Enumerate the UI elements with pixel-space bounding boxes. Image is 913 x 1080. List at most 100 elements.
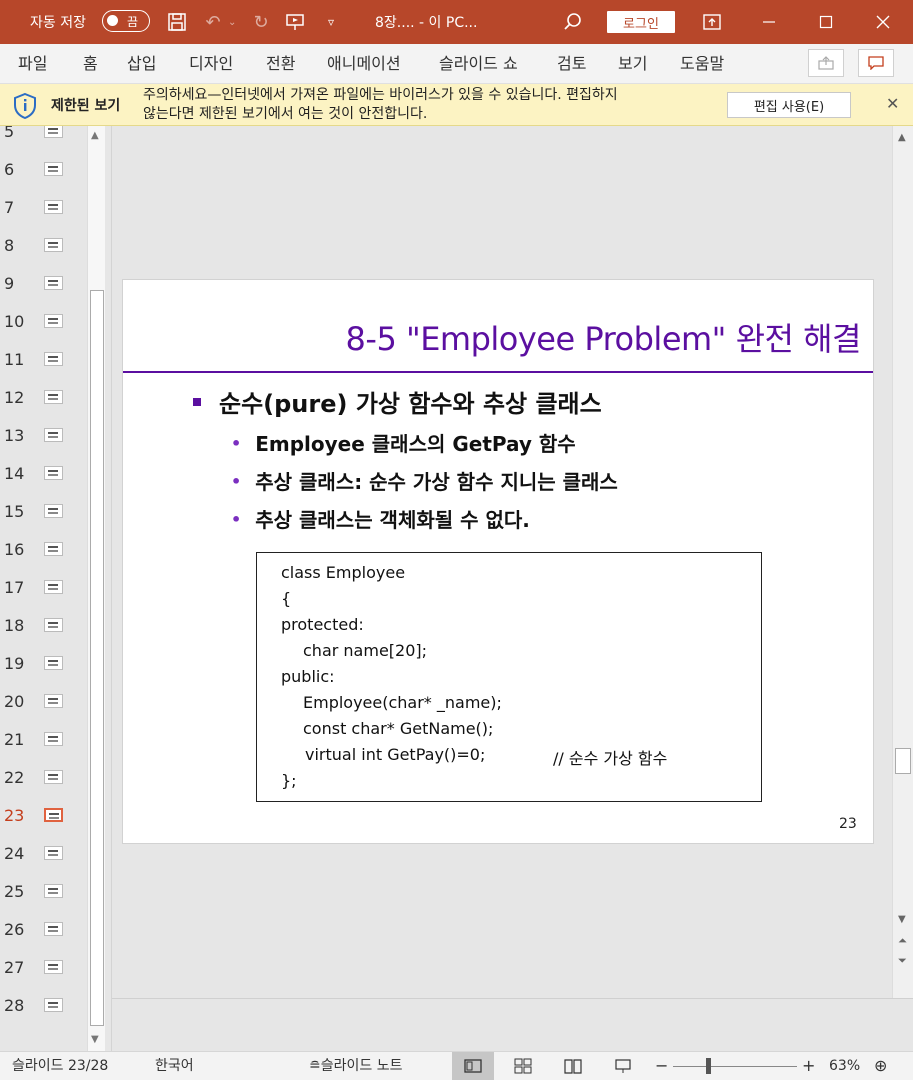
zoom-level[interactable]: 63%: [829, 1052, 860, 1080]
maximize-icon[interactable]: [813, 0, 839, 44]
slide-thumbnail-24[interactable]: 24: [0, 836, 86, 874]
thumbnail-preview[interactable]: [44, 428, 63, 442]
ribbon-display-icon[interactable]: [699, 0, 725, 44]
thumbnail-preview[interactable]: [44, 276, 63, 290]
thumbnail-preview[interactable]: [44, 126, 63, 138]
thumbnail-scrollbar[interactable]: ▲ ▼: [87, 126, 105, 1051]
slide-sorter-icon[interactable]: [502, 1052, 544, 1080]
scroll-up-icon[interactable]: ▲: [898, 132, 906, 143]
slide-thumbnail-28[interactable]: 28: [0, 988, 86, 1026]
close-icon[interactable]: [870, 0, 896, 44]
close-infobar-icon[interactable]: ✕: [886, 94, 899, 113]
slide-thumbnail-15[interactable]: 15: [0, 494, 86, 532]
tab-slideshow[interactable]: 슬라이드 쇼: [439, 44, 518, 84]
thumbnail-preview[interactable]: [44, 694, 63, 708]
sub-bullet-2[interactable]: • 추상 클래스: 순수 가상 함수 지니는 클래스: [231, 466, 618, 495]
thumbnail-preview[interactable]: [44, 770, 63, 784]
slide-thumbnail-27[interactable]: 27: [0, 950, 86, 988]
zoom-out-icon[interactable]: −: [655, 1052, 668, 1080]
thumbnail-preview[interactable]: [44, 846, 63, 860]
slide-canvas[interactable]: 8-5 "Employee Problem" 완전 해결 순수(pure) 가상…: [123, 280, 873, 843]
tab-transitions[interactable]: 전환: [266, 44, 295, 84]
thumbnail-preview[interactable]: [44, 656, 63, 670]
tab-insert[interactable]: 삽입: [127, 44, 156, 84]
tab-animations[interactable]: 애니메이션: [327, 44, 401, 84]
code-box[interactable]: class Employee { protected: char name[20…: [256, 552, 762, 802]
comments-icon[interactable]: [858, 49, 894, 77]
tab-file[interactable]: 파일: [18, 44, 47, 84]
sub-bullet-1[interactable]: • Employee 클래스의 GetPay 함수: [231, 428, 576, 457]
zoom-in-icon[interactable]: +: [802, 1052, 815, 1080]
slide-thumbnail-7[interactable]: 7: [0, 190, 86, 228]
reading-view-icon[interactable]: [552, 1052, 594, 1080]
thumbnail-preview[interactable]: [44, 922, 63, 936]
scroll-down-icon[interactable]: ▼: [91, 1034, 99, 1045]
slide-thumbnail-22[interactable]: 22: [0, 760, 86, 798]
thumbnail-preview[interactable]: [44, 618, 63, 632]
thumbnail-preview[interactable]: [44, 732, 63, 746]
tab-review[interactable]: 검토: [557, 44, 586, 84]
tab-design[interactable]: 디자인: [189, 44, 233, 84]
thumbnail-preview[interactable]: [44, 808, 63, 822]
scroll-down-icon[interactable]: ▼: [898, 914, 906, 925]
thumbnail-preview[interactable]: [44, 998, 63, 1012]
sub-bullet-3[interactable]: • 추상 클래스는 객체화될 수 없다.: [231, 504, 530, 533]
thumbnail-preview[interactable]: [44, 960, 63, 974]
slide-thumbnail-21[interactable]: 21: [0, 722, 86, 760]
minimize-icon[interactable]: [756, 0, 782, 44]
slide-thumbnail-20[interactable]: 20: [0, 684, 86, 722]
thumbnail-preview[interactable]: [44, 200, 63, 214]
slide-thumbnail-9[interactable]: 9: [0, 266, 86, 304]
normal-view-icon[interactable]: [452, 1052, 494, 1080]
thumbnail-preview[interactable]: [44, 504, 63, 518]
thumbnail-preview[interactable]: [44, 238, 63, 252]
slide-thumbnail-8[interactable]: 8: [0, 228, 86, 266]
slide-thumbnail-13[interactable]: 13: [0, 418, 86, 456]
previous-slide-icon[interactable]: ⏶: [898, 934, 907, 948]
redo-icon[interactable]: ↻: [248, 0, 274, 44]
slideshow-view-icon[interactable]: [602, 1052, 644, 1080]
thumbnail-preview[interactable]: [44, 162, 63, 176]
thumbnail-preview[interactable]: [44, 580, 63, 594]
customize-toolbar-icon[interactable]: ▿: [318, 0, 344, 44]
slide-thumbnail-17[interactable]: 17: [0, 570, 86, 608]
scrollbar-thumb[interactable]: [90, 290, 104, 1026]
thumbnail-preview[interactable]: [44, 314, 63, 328]
fit-to-window-icon[interactable]: ⊕: [874, 1052, 887, 1080]
slide-thumbnail-14[interactable]: 14: [0, 456, 86, 494]
slide-thumbnail-6[interactable]: 6: [0, 152, 86, 190]
slide-thumbnail-23[interactable]: 23: [0, 798, 86, 836]
enable-editing-button[interactable]: 편집 사용(E): [727, 92, 851, 118]
slide-thumbnail-11[interactable]: 11: [0, 342, 86, 380]
present-from-start-icon[interactable]: [282, 0, 308, 44]
language-indicator[interactable]: 한국어: [155, 1052, 194, 1080]
share-icon[interactable]: [808, 49, 844, 77]
zoom-slider[interactable]: [673, 1066, 797, 1067]
slide-title[interactable]: 8-5 "Employee Problem" 완전 해결: [346, 314, 862, 360]
notes-button[interactable]: ≘슬라이드 노트: [309, 1052, 402, 1080]
undo-icon[interactable]: ↶: [200, 0, 226, 44]
tab-help[interactable]: 도움말: [680, 44, 724, 84]
slide-thumbnail-26[interactable]: 26: [0, 912, 86, 950]
slide-thumbnail-18[interactable]: 18: [0, 608, 86, 646]
scrollbar-thumb[interactable]: [895, 748, 911, 774]
undo-dropdown-icon[interactable]: ⌄: [228, 0, 236, 44]
thumbnail-preview[interactable]: [44, 884, 63, 898]
login-button[interactable]: 로그인: [607, 11, 675, 33]
slide-thumbnail-5[interactable]: 5: [0, 126, 86, 152]
search-icon[interactable]: [560, 0, 586, 44]
editor-scrollbar[interactable]: ▲ ▼ ⏶ ⏷: [892, 126, 913, 998]
tab-view[interactable]: 보기: [618, 44, 647, 84]
thumbnail-preview[interactable]: [44, 466, 63, 480]
slide-thumbnail-19[interactable]: 19: [0, 646, 86, 684]
slide-thumbnail-16[interactable]: 16: [0, 532, 86, 570]
save-icon[interactable]: [164, 0, 190, 44]
next-slide-icon[interactable]: ⏷: [898, 954, 907, 968]
thumbnail-preview[interactable]: [44, 352, 63, 366]
slide-thumbnail-25[interactable]: 25: [0, 874, 86, 912]
autosave-toggle[interactable]: 끔: [102, 10, 150, 32]
slide-thumbnail-10[interactable]: 10: [0, 304, 86, 342]
notes-splitter[interactable]: [112, 998, 913, 1051]
tab-home[interactable]: 홈: [83, 44, 98, 84]
bullet-level1[interactable]: 순수(pure) 가상 함수와 추상 클래스: [193, 384, 602, 419]
